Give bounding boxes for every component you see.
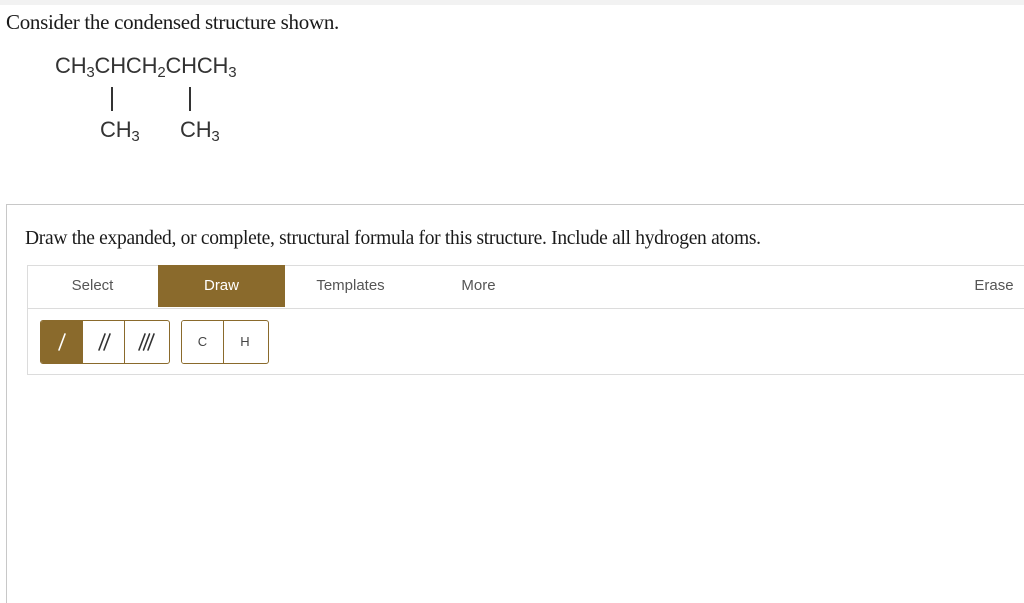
bond-tool-group xyxy=(40,320,170,364)
main-chain: CH3CHCH2CHCH3 xyxy=(55,53,237,81)
main-chain-part: CH xyxy=(55,53,87,78)
carbon-atom-button[interactable]: C xyxy=(182,321,224,363)
main-chain-subscript: 3 xyxy=(228,64,237,81)
erase-button[interactable]: Erase xyxy=(947,265,1024,307)
answer-panel xyxy=(6,204,1024,603)
branch-subscript: 3 xyxy=(131,128,140,145)
tab-templates[interactable]: Templates xyxy=(285,265,416,307)
branch-label: CH xyxy=(100,117,132,142)
tab-select[interactable]: Select xyxy=(27,265,158,307)
single-bond-tool[interactable] xyxy=(41,321,83,363)
atom-tool-group: C H xyxy=(181,320,269,364)
methyl-branch: CH3 xyxy=(100,117,140,145)
tab-draw[interactable]: Draw xyxy=(158,265,285,307)
branch-label: CH xyxy=(180,117,212,142)
instructions-text: Draw the expanded, or complete, structur… xyxy=(25,228,761,249)
triple-bond-tool[interactable] xyxy=(125,321,167,363)
branch-bond-line xyxy=(189,87,191,111)
double-bond-icon xyxy=(98,333,111,351)
branch-bond-line xyxy=(111,87,113,111)
main-chain-subscript: 3 xyxy=(86,64,95,81)
double-bond-tool[interactable] xyxy=(83,321,125,363)
single-bond-icon xyxy=(58,333,66,351)
triple-bond-icon xyxy=(138,333,155,351)
methyl-branch: CH3 xyxy=(180,117,220,145)
hydrogen-atom-button[interactable]: H xyxy=(224,321,266,363)
main-chain-part: CHCH xyxy=(165,53,229,78)
condensed-structure: CH3CHCH2CHCH3 CH3 CH3 xyxy=(0,0,400,170)
tab-more[interactable]: More xyxy=(416,265,541,307)
sketcher-toolbar: Select Draw Templates More Erase xyxy=(27,265,1024,309)
branch-subscript: 3 xyxy=(211,128,220,145)
main-chain-part: CHCH xyxy=(94,53,158,78)
